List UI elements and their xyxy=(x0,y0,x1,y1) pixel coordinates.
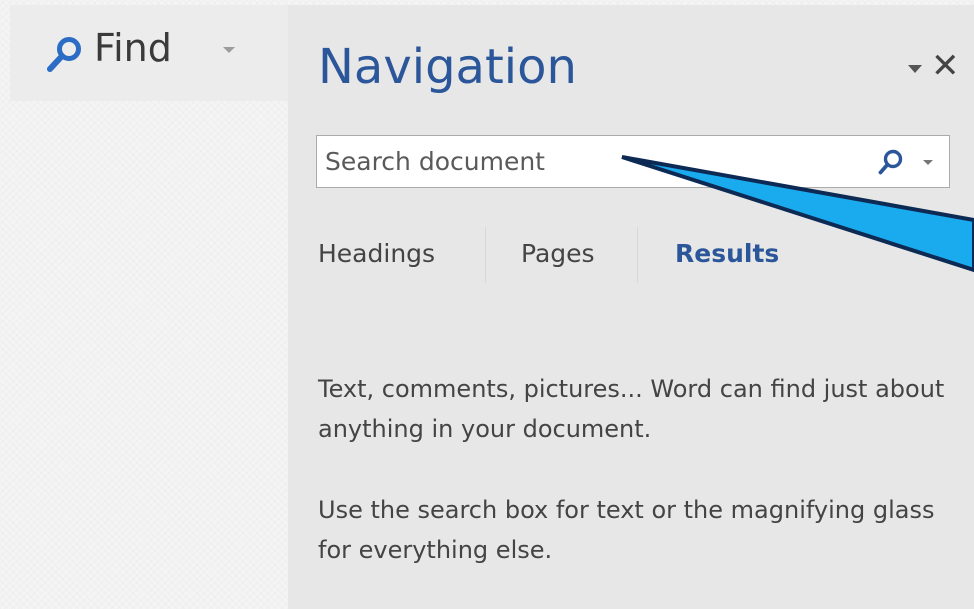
results-help-text: Text, comments, pictures... Word can fin… xyxy=(318,375,945,443)
tab-results[interactable]: Results xyxy=(675,241,779,266)
search-input[interactable] xyxy=(325,136,855,187)
close-icon[interactable]: ✕ xyxy=(931,49,960,83)
navigation-pane: Navigation ✕ Headings Pages Results Text… xyxy=(288,5,974,609)
search-options-dropdown-icon[interactable] xyxy=(923,160,933,165)
pane-options-dropdown-icon[interactable] xyxy=(908,65,922,73)
tab-pages[interactable]: Pages xyxy=(521,241,595,266)
search-box[interactable] xyxy=(316,135,950,188)
pane-title: Navigation xyxy=(318,39,577,95)
tab-divider xyxy=(637,227,638,283)
find-label: Find xyxy=(94,26,172,70)
find-dropdown-arrow-icon[interactable] xyxy=(223,47,235,53)
find-button[interactable]: Find xyxy=(10,5,288,101)
tab-divider xyxy=(485,227,486,283)
tab-headings[interactable]: Headings xyxy=(318,241,435,266)
results-help-text-secondary: Use the search box for text or the magni… xyxy=(318,496,935,564)
